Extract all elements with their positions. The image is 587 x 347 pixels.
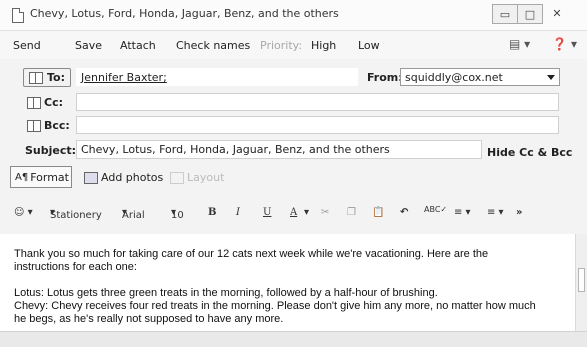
to-button[interactable]: To: bbox=[23, 68, 71, 87]
more-options-button[interactable]: » bbox=[516, 207, 522, 218]
italic-button[interactable]: I bbox=[236, 207, 240, 218]
paste-icon[interactable]: 📋 bbox=[372, 207, 384, 218]
cc-label: Cc: bbox=[44, 96, 63, 109]
title-bar: Chevy, Lotus, Ford, Honda, Jaguar, Benz,… bbox=[0, 0, 587, 31]
attach-button[interactable]: Attach bbox=[120, 39, 156, 52]
minimize-icon: ▭ bbox=[499, 7, 511, 21]
add-photos-button[interactable]: Add photos bbox=[84, 171, 163, 184]
subject-label: Subject: bbox=[25, 144, 77, 157]
format-label: Format bbox=[30, 170, 69, 184]
command-bar: Send Save Attach Check names Priority: H… bbox=[0, 31, 587, 59]
cut-icon[interactable]: ✂ bbox=[321, 207, 329, 218]
message-line: instructions for each one: bbox=[14, 261, 137, 273]
priority-label: Priority: bbox=[260, 39, 303, 52]
from-label: From: bbox=[367, 71, 403, 84]
window-title: Chevy, Lotus, Ford, Honda, Jaguar, Benz,… bbox=[30, 7, 339, 20]
recipient-link[interactable]: Jennifer Baxter; bbox=[81, 71, 167, 84]
message-line: he begs, as he's really not supposed to … bbox=[14, 313, 284, 325]
font-family-value: Arial bbox=[122, 210, 145, 221]
format-button[interactable]: A¶ Format bbox=[10, 166, 72, 188]
subject-field[interactable]: Chevy, Lotus, Ford, Honda, Jaguar, Benz,… bbox=[76, 140, 482, 159]
underline-button[interactable]: U bbox=[263, 207, 271, 218]
message-line: Thank you so much for taking care of our… bbox=[14, 248, 489, 260]
check-names-button[interactable]: Check names bbox=[176, 39, 250, 52]
encoding-menu-icon[interactable]: ▤ ▾ bbox=[509, 37, 530, 51]
layout-label: Layout bbox=[187, 171, 225, 184]
bold-button[interactable]: B bbox=[208, 207, 216, 218]
undo-icon[interactable]: ↶ bbox=[400, 207, 408, 218]
numbered-list-icon[interactable]: ≡ ▾ bbox=[454, 207, 471, 218]
font-family-menu[interactable]: Arial ▾ bbox=[122, 207, 145, 221]
maximize-icon: □ bbox=[524, 7, 536, 21]
document-icon bbox=[12, 8, 24, 23]
font-color-button[interactable]: A bbox=[290, 207, 297, 218]
address-book-icon[interactable] bbox=[27, 120, 41, 132]
hide-cc-bcc-link[interactable]: Hide Cc & Bcc bbox=[487, 146, 572, 159]
to-label: To: bbox=[47, 71, 65, 84]
minimize-button[interactable]: ▭ bbox=[492, 4, 518, 24]
from-value: squiddly@cox.net bbox=[405, 71, 503, 84]
format-icon: A¶ bbox=[15, 171, 29, 183]
help-icon[interactable]: ❓ ▾ bbox=[552, 37, 577, 51]
font-size-value: 10 bbox=[171, 210, 184, 221]
emoticon-icon[interactable]: ☺ ▾ bbox=[14, 207, 33, 218]
photo-icon bbox=[84, 171, 98, 184]
vertical-scrollbar[interactable] bbox=[575, 234, 587, 331]
window-controls: ▭ □ ✕ bbox=[492, 4, 572, 24]
indent-icon[interactable]: ≡ ▾ bbox=[487, 207, 504, 218]
scrollbar-thumb[interactable] bbox=[578, 268, 585, 292]
font-size-menu[interactable]: 10 ▾ bbox=[171, 207, 184, 221]
save-button[interactable]: Save bbox=[75, 39, 102, 52]
layout-icon bbox=[170, 171, 184, 184]
close-icon: ✕ bbox=[552, 6, 562, 20]
status-bar bbox=[0, 331, 587, 347]
layout-button: Layout bbox=[170, 171, 224, 184]
priority-low-button[interactable]: Low bbox=[358, 39, 380, 52]
maximize-button[interactable]: □ bbox=[517, 4, 543, 24]
from-select[interactable]: squiddly@cox.net bbox=[400, 68, 560, 86]
font-color-dropdown-icon[interactable]: ▾ bbox=[304, 207, 309, 218]
bcc-label: Bcc: bbox=[44, 119, 70, 132]
stationery-menu[interactable]: Stationery ▾ bbox=[50, 207, 102, 221]
message-line: Lotus: Lotus gets three green treats in … bbox=[14, 287, 438, 299]
priority-high-button[interactable]: High bbox=[311, 39, 336, 52]
address-book-icon[interactable] bbox=[27, 97, 41, 109]
close-button[interactable]: ✕ bbox=[542, 4, 572, 22]
cc-field[interactable] bbox=[76, 93, 559, 111]
add-photos-label: Add photos bbox=[101, 171, 164, 184]
send-button[interactable]: Send bbox=[13, 39, 41, 52]
copy-icon[interactable]: ❐ bbox=[347, 207, 356, 218]
address-book-icon bbox=[29, 71, 43, 84]
bcc-field[interactable] bbox=[76, 116, 559, 134]
to-field[interactable]: Jennifer Baxter; bbox=[76, 68, 358, 86]
stationery-label: Stationery bbox=[50, 210, 102, 221]
message-body[interactable]: Thank you so much for taking care of our… bbox=[0, 234, 576, 331]
message-line: Chevy: Chevy receives four red treats in… bbox=[14, 300, 536, 312]
formatting-toolbar: ☺ ▾ Stationery ▾ Arial ▾ 10 ▾ B I U A ▾ … bbox=[0, 204, 587, 224]
chevron-down-icon bbox=[547, 75, 555, 80]
spellcheck-icon[interactable]: ABC✓ bbox=[424, 205, 447, 214]
